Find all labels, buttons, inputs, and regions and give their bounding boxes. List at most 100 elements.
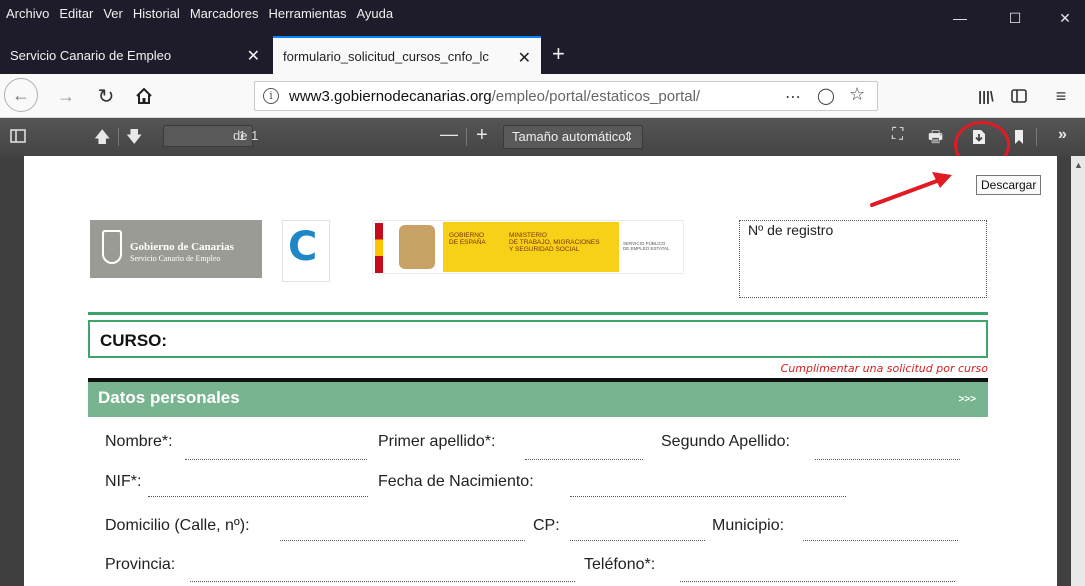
zoom-select[interactable]: Tamaño automático ⇕ [503,125,643,149]
scrollbar[interactable]: ▲ [1071,156,1085,586]
nombre-input[interactable] [185,458,367,460]
menu-ayuda[interactable]: Ayuda [356,6,393,21]
forward-button[interactable]: → [50,80,82,112]
back-button[interactable]: ← [4,78,38,112]
bookmark-icon[interactable] [1014,129,1024,145]
domicilio-label: Domicilio (Calle, nº): [105,517,250,534]
apellido1-label: Primer apellido*: [378,433,496,450]
flag-icon [375,223,383,273]
select-arrows-icon: ⇕ [623,129,634,144]
hamburger-icon: ≡ [1055,85,1067,106]
menu-archivo[interactable]: Archivo [6,6,49,21]
apellido1-input[interactable] [525,458,643,460]
ministerio-text: MINISTERIO DE TRABAJO, MIGRACIONES Y SEG… [509,232,600,253]
minimize-icon: — [953,10,967,26]
toolbar-separator [118,128,119,146]
library-button[interactable]: |||\ [970,80,1002,112]
apellido2-input[interactable] [815,458,960,460]
menu-marcadores[interactable]: Marcadores [190,6,259,21]
sepe-text: SERVICIO PÚBLICO DE EMPLEO ESTATAL [623,241,670,251]
tab-formulario[interactable]: formulario_solicitud_cursos_cnfo_lc ✕ [273,36,541,74]
tools-chevron-icon[interactable]: » [1058,126,1067,144]
logo-subtitle: Servicio Canario de Empleo [130,254,221,263]
pocket-icon[interactable]: ◯ [817,86,835,106]
maximize-button[interactable]: ☐ [990,0,1040,36]
canarias-c-logo: C [282,220,330,282]
provincia-label: Provincia: [105,556,176,573]
provincia-input[interactable] [190,580,575,582]
logo-title: Gobierno de Canarias [130,241,234,253]
domicilio-input[interactable] [280,539,525,541]
municipio-label: Municipio: [712,517,785,534]
sidebar-button[interactable] [1003,80,1035,112]
url-host: www3.gobiernodecanarias.org [289,88,492,105]
tab-servicio-canario[interactable]: Servicio Canario de Empleo ✕ [0,36,270,74]
curso-label: CURSO: [100,331,168,350]
previous-page-icon[interactable]: 🡅 [94,126,110,153]
reload-icon: ↻ [97,85,115,108]
print-icon[interactable]: 🖶 [928,126,943,153]
apellido2-label: Segundo Apellido: [661,433,790,450]
section-title: Datos personales [98,388,240,407]
scroll-up-icon[interactable]: ▲ [1074,160,1083,170]
registro-label: Nº de registro [748,222,834,238]
url-text[interactable]: www3.gobiernodecanarias.org/empleo/porta… [289,88,749,105]
menu-editar[interactable]: Editar [59,6,93,21]
nif-label: NIF*: [105,473,142,490]
registro-box: Nº de registro [739,220,987,298]
zoom-out-icon[interactable]: — [440,124,458,145]
zoom-in-icon[interactable]: + [476,124,488,147]
plus-icon: + [552,41,565,66]
close-window-button[interactable]: ✕ [1040,0,1085,36]
url-path: /empleo/portal/estaticos_portal/ [491,88,701,105]
zoom-value: Tamaño automático [512,129,626,144]
nif-input[interactable] [148,495,368,497]
c-logo-mark: C [288,224,318,270]
sidebar-toggle-icon[interactable] [10,129,26,143]
page-count: de 1 [233,128,259,143]
gobierno-canarias-logo: Gobierno de Canarias Servicio Canario de… [90,220,262,278]
menu-button[interactable]: ≡ [1045,80,1077,112]
title-bar: Archivo Editar Ver Historial Marcadores … [0,0,1085,36]
maximize-icon: ☐ [1008,9,1022,26]
presentation-mode-icon[interactable]: ⛶ [892,126,903,144]
bookmark-star-icon[interactable]: ☆ [849,84,865,105]
telefono-input[interactable] [680,580,955,582]
toolbar-separator [466,128,467,146]
nacimiento-label: Fecha de Nacimiento: [378,473,534,490]
menu-herramientas[interactable]: Herramientas [268,6,346,21]
page-actions-icon[interactable]: ⋯ [785,87,801,107]
reload-button[interactable]: ↻ [90,80,122,112]
address-bar[interactable]: i www3.gobiernodecanarias.org/empleo/por… [254,81,878,111]
close-tab-icon[interactable]: ✕ [518,48,531,68]
menu-bar: Archivo Editar Ver Historial Marcadores … [6,6,393,21]
gobierno-text: GOBIERNO DE ESPAÑA [449,232,486,246]
new-tab-button[interactable]: + [552,42,565,66]
nacimiento-input[interactable] [570,495,846,497]
arrow-right-icon: → [57,85,75,106]
divider [88,312,988,315]
section-header: Datos personales >>> [88,382,988,417]
menu-historial[interactable]: Historial [133,6,180,21]
download-tooltip: Descargar [976,175,1042,195]
next-page-icon[interactable]: 🡇 [126,126,142,153]
sidebar-icon [1011,89,1027,103]
menu-ver[interactable]: Ver [103,6,123,21]
info-icon[interactable]: i [263,88,279,104]
telefono-label: Teléfono*: [584,556,656,573]
arrow-left-icon: ← [12,84,30,105]
municipio-input[interactable] [803,539,958,541]
toolbar-separator [1036,128,1037,146]
curso-field[interactable]: CURSO: [88,320,988,358]
home-button[interactable] [128,80,160,112]
close-tab-icon[interactable]: ✕ [247,46,260,66]
cp-label: CP: [533,517,560,534]
minimize-button[interactable]: — [935,0,985,36]
tab-bar: Servicio Canario de Empleo ✕ formulario_… [0,36,1085,74]
gobierno-espana-logo: GOBIERNO DE ESPAÑA MINISTERIO DE TRABAJO… [372,220,684,274]
close-icon: ✕ [1059,9,1071,26]
shield-icon [102,230,122,264]
nav-bar: ← → ↻ i www3.gobiernodecanarias.org/empl… [0,74,1085,118]
coat-of-arms-icon [399,225,435,269]
cp-input[interactable] [570,539,705,541]
